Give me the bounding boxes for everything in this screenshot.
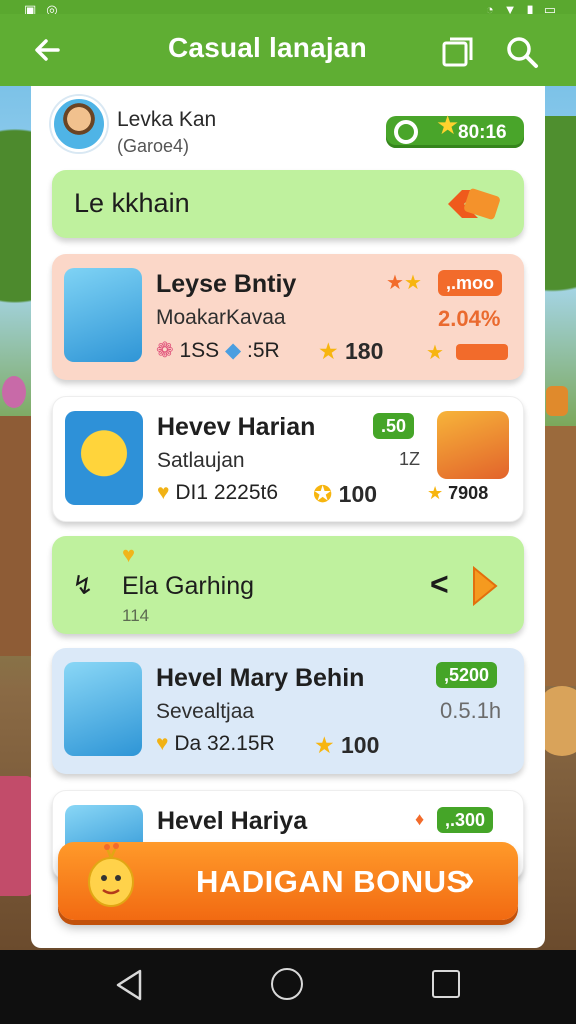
tag-icon [444, 184, 502, 224]
item-right-value: 1Z [399, 449, 421, 469]
item-right-value: 2.04% [438, 306, 501, 331]
item-title: Hevev Harian [157, 413, 316, 441]
star-icon: ★ [314, 732, 335, 758]
arrow-icon: ↯ [72, 570, 94, 600]
bonus-label: HADIGAN BONUS [196, 864, 468, 899]
item-title: Hevel Mary Behin [156, 664, 365, 692]
back-arrow-icon[interactable] [28, 30, 68, 70]
stat-a: 1SS [179, 339, 220, 362]
star-icon: ★ [436, 110, 460, 140]
drum-decoration [542, 686, 576, 756]
next-button[interactable] [470, 565, 500, 607]
item-badge: ,5200 [436, 662, 498, 688]
nav-home-icon[interactable] [271, 968, 303, 1000]
item-title: Leyse Bntiy [156, 270, 297, 298]
game-thumbnail [64, 662, 142, 756]
game-thumbnail [64, 268, 142, 362]
profile-header: Levka Kan (Garoe4) ★ 80:16 [51, 94, 525, 158]
reward-thumbnail [437, 411, 509, 479]
fish-icon: ◆ [225, 339, 242, 362]
list-item[interactable]: Leyse Bntiy MoakarKavaa ❁ 1SS ◆ :5R ★ 18… [52, 254, 524, 380]
flame-icon: ♦ [415, 809, 425, 829]
lantern-decoration [546, 386, 568, 416]
hut-right [540, 426, 576, 686]
search-icon[interactable] [502, 32, 542, 72]
banner-label: Le kkhain [74, 188, 190, 218]
category-section[interactable]: ↯ ♥ Ela Garhing 114 < [52, 536, 524, 634]
stars-icon: ★★ [386, 272, 422, 294]
balloon-decoration [2, 376, 26, 408]
reward-value: ★ 180 [318, 338, 384, 364]
star-icon: ★ [318, 338, 339, 364]
stat-a: DI1 2225t6 [175, 481, 279, 504]
item-subtitle: Sevealtjaa [156, 700, 255, 723]
section-label: Ela Garhing [122, 572, 255, 600]
app-bar: Casual lanajan [0, 14, 576, 86]
previous-button[interactable]: < [430, 566, 449, 603]
item-stats: ♥ DI1 2225t6 [157, 481, 278, 505]
item-right-value: 0.5.1h [440, 698, 502, 723]
bonus-button[interactable]: HADIGAN BONUS › [58, 842, 518, 920]
list-item[interactable]: Hevel Mary Behin Sevealtjaa ♥ Da 32.15R … [52, 648, 524, 774]
chevron-right-icon: › [462, 858, 475, 900]
profile-subtitle: (Garoe4) [117, 136, 190, 156]
candy-icon: ❁ [156, 339, 174, 362]
section-count: 114 [122, 606, 150, 625]
side-value: ★ 7908 [427, 483, 489, 503]
item-stats: ❁ 1SS ◆ :5R [156, 338, 280, 363]
item-stats: ♥ Da 32.15R [156, 732, 275, 756]
reward-value: ✪ 100 [313, 481, 378, 507]
item-badge: .50 [373, 413, 415, 439]
heart-icon: ♥ [156, 732, 169, 755]
item-subtitle: Satlaujan [157, 449, 245, 472]
star-icon: ★ [426, 342, 444, 364]
progress-pill [456, 344, 508, 360]
item-badge: ,.moo [438, 270, 502, 296]
profile-name: Levka Kan [117, 108, 217, 131]
avatar[interactable] [51, 96, 107, 152]
copy-icon[interactable] [440, 34, 476, 70]
reward-value: ★ 100 [314, 732, 380, 758]
table-decoration [0, 776, 34, 896]
item-badge: ,.300 [437, 807, 494, 833]
coin-ring-icon [394, 120, 418, 144]
navigation-bar [0, 950, 576, 1024]
stat-b: :5R [247, 339, 280, 362]
stat-a: Da 32.15R [174, 732, 275, 755]
score-badge[interactable]: ★ 80:16 [386, 110, 524, 148]
main-panel: Levka Kan (Garoe4) ★ 80:16 Le kkhain Ley… [31, 86, 545, 948]
heart-icon: ♥ [122, 542, 136, 567]
star-icon: ★ [427, 483, 444, 503]
list-item[interactable]: Hevev Harian Satlaujan ♥ DI1 2225t6 ✪ 10… [52, 396, 524, 522]
mascot-icon [76, 838, 146, 918]
heart-icon: ♥ [157, 481, 170, 504]
item-subtitle: MoakarKavaa [156, 306, 286, 329]
category-banner[interactable]: Le kkhain [52, 170, 524, 238]
nav-back-icon[interactable] [114, 968, 144, 1002]
score-value: 80:16 [458, 122, 507, 143]
coin-star-icon: ✪ [313, 481, 333, 507]
game-thumbnail [65, 411, 143, 505]
item-title: Hevel Hariya [157, 807, 308, 835]
nav-recents-icon[interactable] [432, 970, 460, 998]
page-title: Casual lanajan [168, 32, 367, 63]
